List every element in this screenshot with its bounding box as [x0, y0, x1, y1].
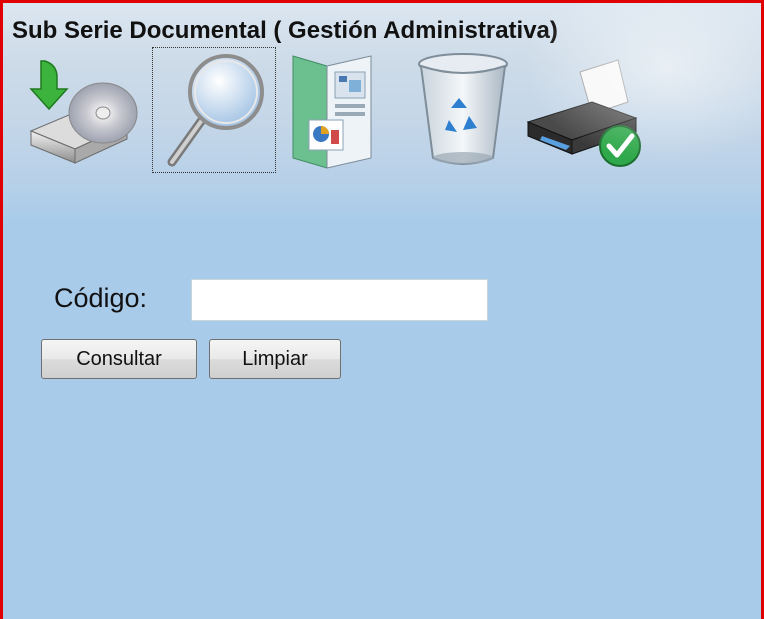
codigo-input[interactable]	[191, 279, 488, 321]
documents-icon	[287, 50, 377, 170]
search-button[interactable]	[152, 47, 276, 173]
printer-icon	[520, 50, 644, 170]
limpiar-button[interactable]: Limpiar	[209, 339, 341, 379]
print-button[interactable]	[519, 47, 645, 173]
recycle-bin-button[interactable]	[413, 47, 513, 173]
recycle-bin-icon	[415, 50, 511, 170]
magnifier-icon	[158, 50, 270, 170]
header-banner: Sub Serie Documental ( Gestión Administr…	[3, 3, 761, 218]
codigo-label: Código:	[54, 283, 148, 313]
documents-button[interactable]	[285, 47, 379, 173]
window-frame: Sub Serie Documental ( Gestión Administr…	[0, 0, 764, 619]
save-to-disk-icon	[23, 51, 141, 169]
page-title: Sub Serie Documental ( Gestión Administr…	[12, 17, 558, 44]
save-button[interactable]	[21, 47, 143, 173]
consultar-button[interactable]: Consultar	[41, 339, 197, 379]
